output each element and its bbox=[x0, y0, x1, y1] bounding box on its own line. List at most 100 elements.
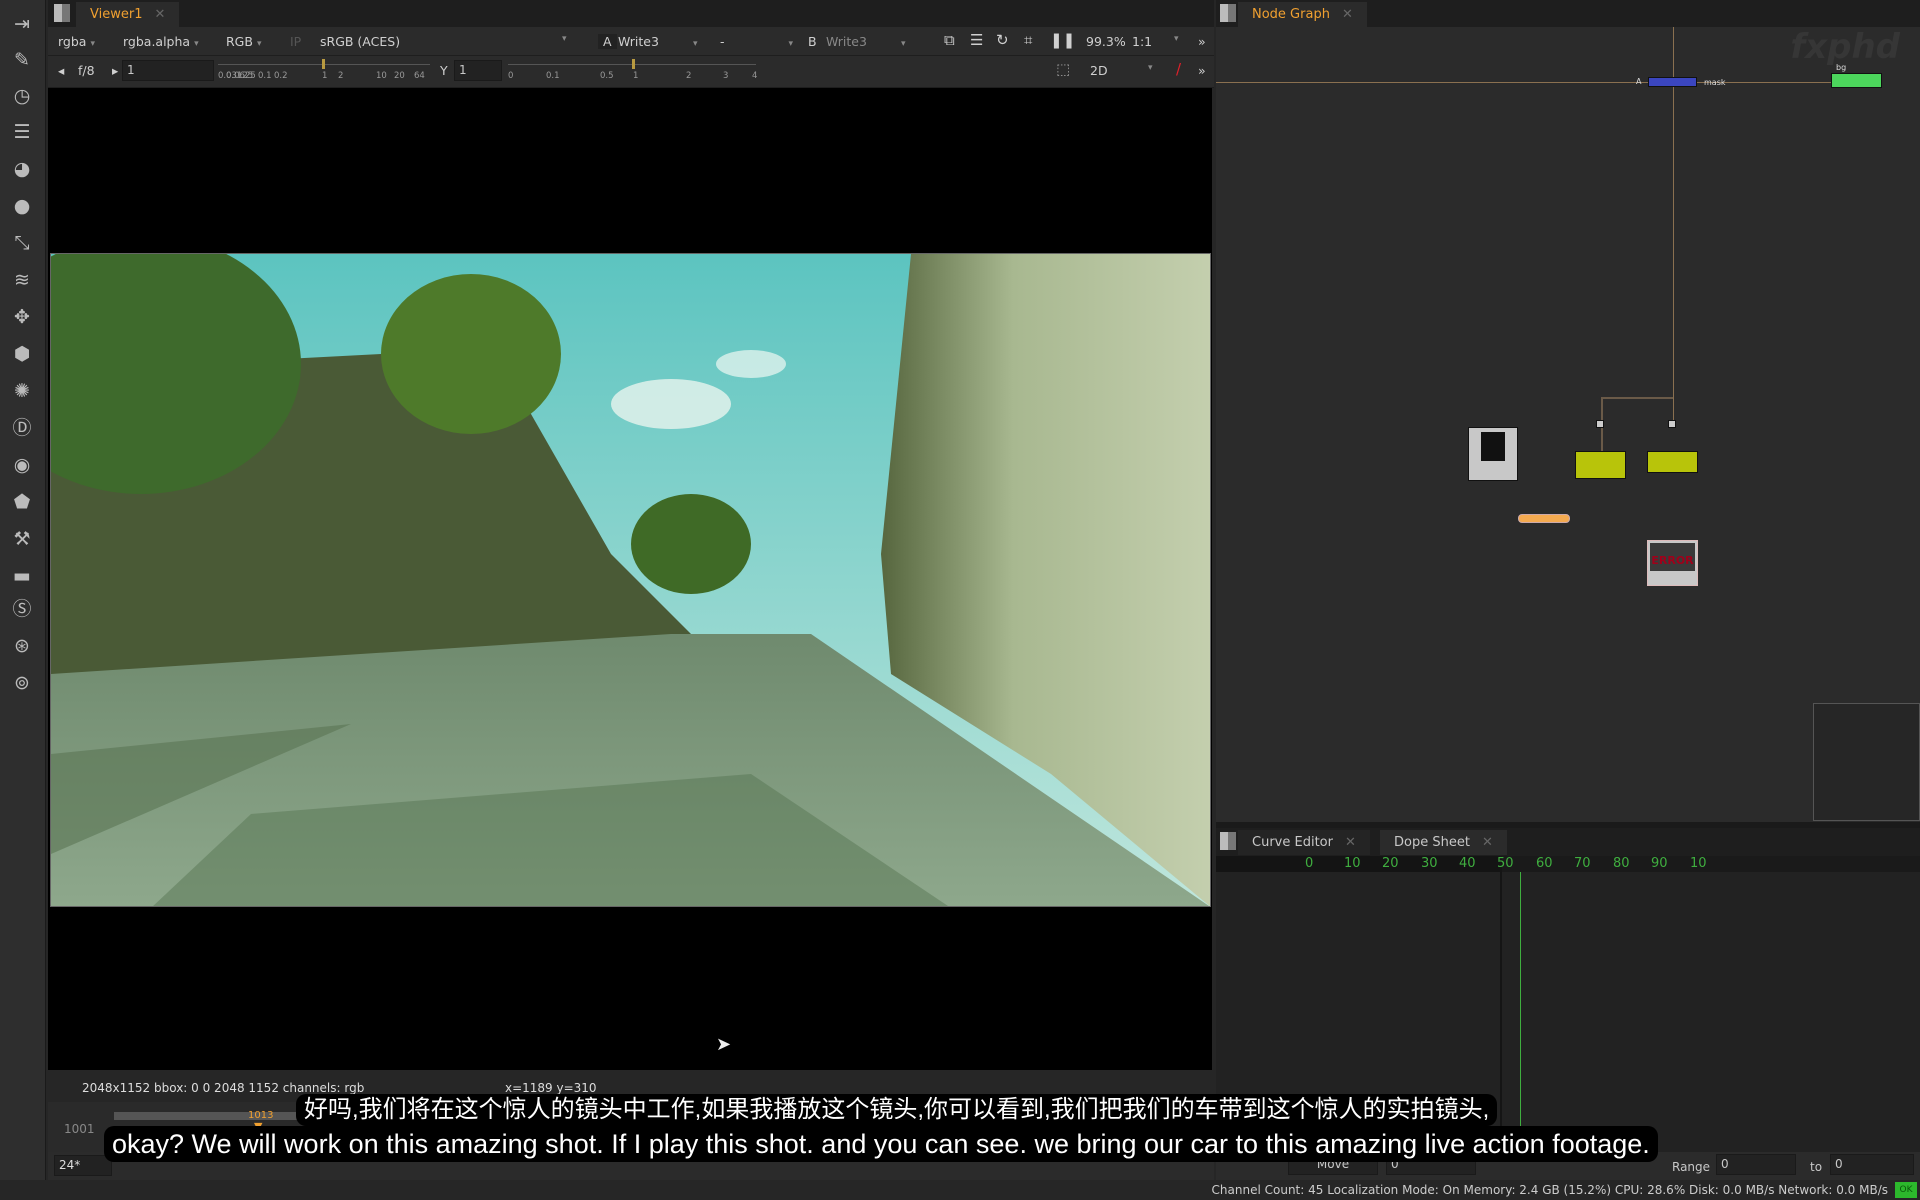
pane-menu-icon[interactable] bbox=[1220, 4, 1236, 22]
roi-select-icon[interactable]: ⬚ bbox=[1056, 60, 1070, 78]
to-label: to bbox=[1810, 1160, 1823, 1174]
input-a-select[interactable]: Write3 ▾ bbox=[618, 34, 697, 49]
expand-icon[interactable]: » bbox=[1198, 34, 1206, 49]
bg-label: bg bbox=[1836, 63, 1847, 72]
watermark: fxphd bbox=[1790, 27, 1900, 67]
minimap[interactable] bbox=[1813, 703, 1920, 821]
3d-icon[interactable]: ⬢ bbox=[10, 342, 34, 366]
gain-tick: 64 bbox=[414, 71, 425, 81]
status-bar: Channel Count: 45 Localization Mode: On … bbox=[0, 1180, 1920, 1200]
gamma-slider[interactable]: 0 0.1 0.5 1 2 3 4 bbox=[508, 59, 757, 81]
views-icon[interactable]: ◉ bbox=[10, 453, 34, 477]
dot-node[interactable] bbox=[1596, 420, 1604, 428]
furnace-icon[interactable]: ⊛ bbox=[10, 634, 34, 658]
plugin-icon[interactable]: ⊚ bbox=[10, 671, 34, 695]
expand-icon-2[interactable]: » bbox=[1198, 63, 1206, 78]
ip-button[interactable]: IP bbox=[290, 34, 301, 49]
keyer-icon[interactable]: ⤡ bbox=[10, 231, 34, 255]
alpha-select[interactable]: rgba.alpha ▾ bbox=[123, 34, 199, 49]
viewer-tabbar: Viewer1 ✕ bbox=[48, 0, 1214, 27]
frame-tick: 50 bbox=[1497, 856, 1514, 871]
frame-tick: 0 bbox=[1305, 856, 1314, 871]
tab-viewer1[interactable]: Viewer1 ✕ bbox=[76, 2, 180, 27]
draw-icon[interactable]: ✎ bbox=[10, 48, 34, 72]
input-b-select[interactable]: Write3 ▾ bbox=[826, 34, 905, 49]
filter-icon[interactable]: ● bbox=[10, 194, 34, 218]
time-icon[interactable]: ◷ bbox=[10, 84, 34, 108]
error-label: ERROR bbox=[1650, 543, 1695, 571]
pane-menu-icon[interactable] bbox=[54, 4, 70, 22]
mask-label: mask bbox=[1704, 78, 1726, 87]
read-node[interactable] bbox=[1468, 427, 1518, 481]
frame-tick: 20 bbox=[1382, 856, 1399, 871]
transform-icon[interactable]: ✥ bbox=[10, 305, 34, 329]
fps-field[interactable]: 24* bbox=[54, 1155, 112, 1176]
pause-icon[interactable]: ❚❚ bbox=[1050, 31, 1075, 49]
grade-node[interactable] bbox=[1647, 451, 1698, 473]
range-to-field[interactable]: 0 bbox=[1830, 1154, 1914, 1175]
error-node[interactable]: ERROR bbox=[1647, 540, 1698, 586]
gain-tick: 0.0625 bbox=[226, 71, 256, 81]
channel-icon[interactable]: ☰ bbox=[10, 120, 34, 144]
pane-menu-icon[interactable] bbox=[1220, 832, 1236, 850]
color-icon[interactable]: ◕ bbox=[10, 157, 34, 181]
roi-icon[interactable]: ⧉ bbox=[944, 31, 955, 49]
fstop-prev-icon[interactable]: ◂ bbox=[58, 63, 64, 78]
silhouette-icon[interactable]: Ⓢ bbox=[10, 597, 34, 621]
subtitle-english: okay? We will work on this amazing shot.… bbox=[104, 1126, 1658, 1162]
metadata-icon[interactable]: ⬟ bbox=[10, 490, 34, 514]
frame-tick: 10 bbox=[1690, 856, 1707, 871]
fstop-next-icon[interactable]: ▸ bbox=[112, 63, 118, 78]
colorspace-select[interactable]: sRGB (ACES) bbox=[320, 34, 400, 49]
green-node[interactable] bbox=[1831, 73, 1882, 88]
deep-icon[interactable]: Ⓓ bbox=[10, 416, 34, 440]
lines-icon[interactable]: ☰ bbox=[970, 31, 983, 49]
ok-indicator: OK bbox=[1895, 1182, 1917, 1198]
gain-tick: 0.2 bbox=[274, 71, 288, 81]
gain-slider[interactable]: 0.03125 0.0625 0.1 0.2 1 2 10 20 64 bbox=[218, 59, 430, 81]
playhead-line[interactable] bbox=[1520, 872, 1521, 1162]
gain-field[interactable]: 1 bbox=[122, 60, 214, 81]
other-icon[interactable]: ▬ bbox=[10, 564, 34, 588]
view-mode-select[interactable]: 2D bbox=[1090, 63, 1108, 78]
display-value: RGB bbox=[226, 34, 253, 49]
channels-select[interactable]: rgba ▾ bbox=[58, 34, 95, 49]
particles-icon[interactable]: ✺ bbox=[10, 379, 34, 403]
node-graph-canvas[interactable]: fxphd A mask bg ERROR bbox=[1216, 27, 1920, 822]
range-from-field[interactable]: 0 bbox=[1716, 1154, 1796, 1175]
merge-node[interactable] bbox=[1648, 77, 1697, 87]
close-icon[interactable]: ✕ bbox=[154, 7, 165, 22]
tab-label: Node Graph bbox=[1252, 7, 1330, 22]
frame-tick: 30 bbox=[1421, 856, 1438, 871]
refresh-icon[interactable]: ↻ bbox=[996, 31, 1009, 49]
paint-icon[interactable]: / bbox=[1176, 60, 1181, 78]
backdrop-node[interactable] bbox=[1518, 514, 1570, 523]
toolsets-icon[interactable]: ⚒ bbox=[10, 527, 34, 551]
close-icon[interactable]: ✕ bbox=[1342, 7, 1353, 22]
tab-dope-sheet[interactable]: Dope Sheet ✕ bbox=[1380, 830, 1507, 855]
frame-tick: 10 bbox=[1344, 856, 1361, 871]
pixel-coords: x=1189 y=310 bbox=[505, 1081, 597, 1095]
image-icon[interactable]: ⇥ bbox=[10, 12, 34, 36]
tab-curve-editor[interactable]: Curve Editor ✕ bbox=[1238, 830, 1370, 855]
close-icon[interactable]: ✕ bbox=[1345, 835, 1356, 850]
merge-icon[interactable]: ≋ bbox=[10, 268, 34, 292]
timeline-start: 1001 bbox=[64, 1122, 95, 1136]
input-b-label: B bbox=[808, 34, 817, 49]
nodegraph-tabbar: Node Graph ✕ bbox=[1216, 0, 1920, 27]
zoom-value[interactable]: 99.3% bbox=[1086, 34, 1126, 49]
ratio-select[interactable]: 1:1 bbox=[1132, 34, 1152, 49]
dot-node[interactable] bbox=[1668, 420, 1676, 428]
grade-node[interactable] bbox=[1575, 451, 1626, 479]
range-label: Range bbox=[1672, 1160, 1711, 1174]
frame-tick: 60 bbox=[1536, 856, 1553, 871]
wipe-select[interactable]: - ▾ bbox=[720, 34, 793, 49]
input-a-value: Write3 bbox=[618, 34, 659, 49]
tab-node-graph[interactable]: Node Graph ✕ bbox=[1238, 2, 1367, 27]
dopesheet-ruler[interactable] bbox=[1502, 856, 1920, 872]
frame-tick: 40 bbox=[1459, 856, 1476, 871]
close-icon[interactable]: ✕ bbox=[1482, 835, 1493, 850]
gamma-field[interactable]: 1 bbox=[454, 60, 502, 81]
display-select[interactable]: RGB ▾ bbox=[226, 34, 261, 49]
proxy-icon[interactable]: ⌗ bbox=[1024, 31, 1032, 49]
